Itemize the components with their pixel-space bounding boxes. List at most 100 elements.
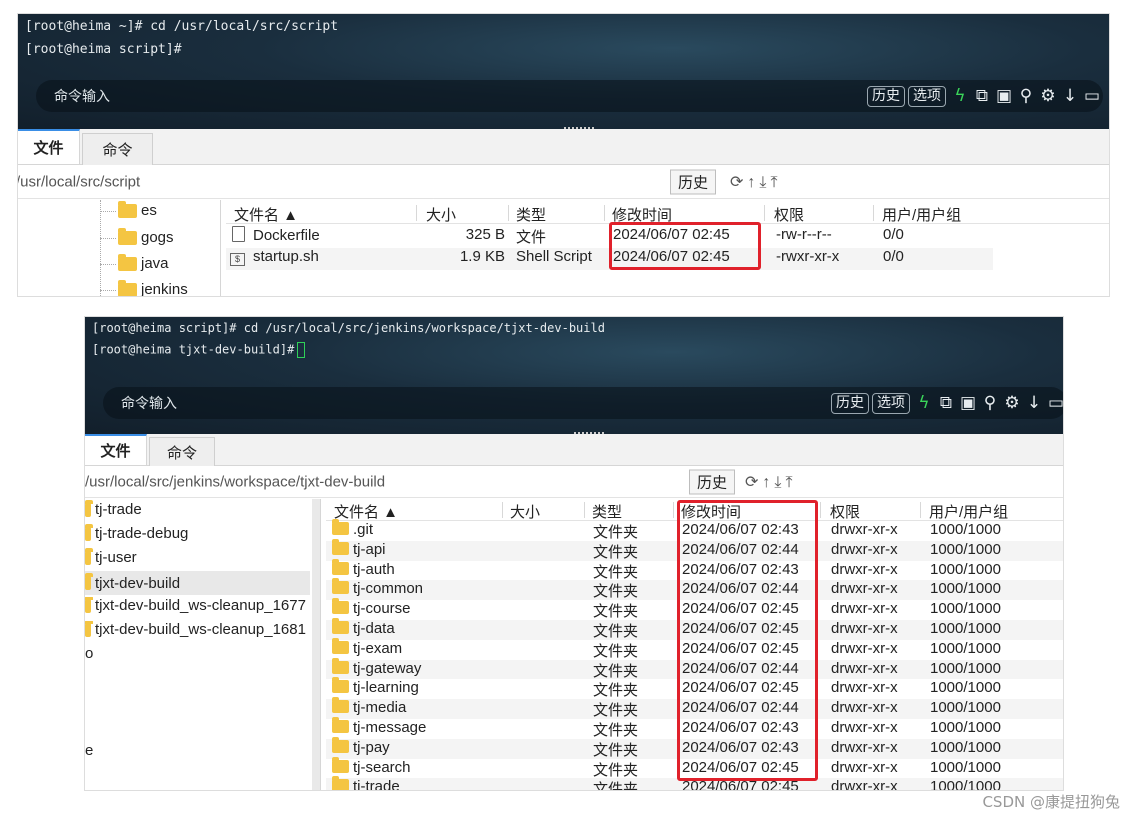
- file-owner: 1000/1000: [930, 540, 1001, 558]
- tree-item[interactable]: o: [85, 645, 93, 662]
- arrow-down-icon[interactable]: ↓: [1023, 393, 1045, 413]
- col-header-size[interactable]: 大小: [426, 204, 456, 225]
- window-icon[interactable]: ▭: [1081, 86, 1103, 106]
- file-type: 文件夹: [593, 543, 639, 561]
- file-name: tj-common: [353, 580, 424, 598]
- terminal-area[interactable]: [root@heima ~]# cd /usr/local/src/script…: [18, 14, 1109, 129]
- search-icon[interactable]: ⚲: [1015, 86, 1037, 106]
- file-perm: drwxr-xr-x: [831, 560, 898, 578]
- tree-item[interactable]: es: [118, 200, 157, 219]
- folder-tree[interactable]: es gogs java jenkins: [18, 200, 221, 296]
- table-row[interactable]: tj-data 文件夹 2024/06/07 02:45 drwxr-xr-x 1000…: [326, 618, 1063, 640]
- file-list[interactable]: 文件名 ▲ 大小 类型 修改时间 权限 用户/用户组 Dockerfile 32…: [226, 200, 1109, 296]
- col-header-type[interactable]: 类型: [592, 501, 622, 522]
- table-row[interactable]: tj-search 文件夹 2024/06/07 02:45 drwxr-xr-x 10…: [326, 756, 1063, 779]
- file-owner: 0/0: [883, 248, 904, 265]
- table-row[interactable]: .git 文件夹 2024/06/07 02:43 drwxr-xr-x 1000/10…: [326, 519, 1063, 541]
- options-button[interactable]: 选项: [908, 85, 946, 107]
- tree-item[interactable]: jenkins: [118, 279, 188, 296]
- terminal-line: [root@heima script]# cd /usr/local/src/j…: [92, 321, 605, 335]
- table-row[interactable]: tj-common 文件夹 2024/06/07 02:44 drwxr-xr-x 10…: [326, 578, 1063, 600]
- tab-files[interactable]: 文件: [85, 434, 147, 465]
- table-row[interactable]: Dockerfile 325 B 文件 2024/06/07 02:45 -rw…: [226, 226, 1109, 248]
- table-row[interactable]: tj-message 文件夹 2024/06/07 02:43 drwxr-xr-x 1…: [326, 717, 1063, 739]
- table-row[interactable]: tj-trade 文件夹 2024/06/07 02:45 drwxr-xr-x 100…: [326, 776, 1063, 790]
- history-button[interactable]: 历史: [867, 85, 905, 107]
- tree-item[interactable]: tj-user: [85, 547, 310, 566]
- tab-files[interactable]: 文件: [18, 129, 80, 164]
- col-header-perm[interactable]: 权限: [774, 204, 804, 225]
- folder-icon: [118, 227, 137, 245]
- gear-icon[interactable]: ⚙: [1037, 86, 1059, 106]
- col-header-perm[interactable]: 权限: [830, 501, 860, 522]
- col-header-name[interactable]: 文件名 ▲: [234, 204, 298, 225]
- file-list-header: 文件名 ▲ 大小 类型 修改时间 权限 用户/用户组: [226, 202, 1109, 224]
- file-name: tj-exam: [353, 639, 403, 657]
- gear-icon[interactable]: ⚙: [1001, 393, 1023, 413]
- copy-icon[interactable]: ⧉: [935, 393, 957, 413]
- table-row[interactable]: tj-media 文件夹 2024/06/07 02:44 drwxr-xr-x 100…: [326, 697, 1063, 720]
- table-row[interactable]: tj-auth 文件夹 2024/06/07 02:43 drwxr-xr-x 1000…: [326, 558, 1063, 581]
- col-header-owner[interactable]: 用户/用户组: [929, 501, 1008, 522]
- terminal-line: [root@heima ~]# cd /usr/local/src/script: [25, 19, 339, 34]
- file-type: 文件夹: [593, 702, 639, 720]
- file-mtime: 2024/06/07 02:44: [682, 580, 799, 598]
- terminal-area[interactable]: [root@heima script]# cd /usr/local/src/j…: [85, 317, 1063, 434]
- path-field[interactable]: /usr/local/src/script: [18, 173, 140, 190]
- tree-item[interactable]: tj-trade-debug: [85, 523, 310, 542]
- table-row[interactable]: tj-course 文件夹 2024/06/07 02:45 drwxr-xr-x 10…: [326, 598, 1063, 620]
- search-icon[interactable]: ⚲: [979, 393, 1001, 413]
- copy-icon[interactable]: ⧉: [971, 86, 993, 106]
- lightning-icon[interactable]: ϟ: [949, 86, 971, 106]
- file-list[interactable]: 文件名 ▲ 大小 类型 修改时间 权限 用户/用户组 .git 文件夹 2024/0…: [326, 499, 1063, 790]
- file-owner: 1000/1000: [930, 738, 1001, 756]
- folder-tree[interactable]: tj-trade tj-trade-debug tj-user tjxt-dev…: [85, 499, 321, 790]
- path-field[interactable]: /usr/local/src/jenkins/workspace/tjxt-de…: [85, 473, 385, 490]
- command-input-bar[interactable]: 命令输入 历史 选项 ϟ ⧉ ▣ ⚲ ⚙ ↓ ▭: [36, 80, 1103, 112]
- paste-icon[interactable]: ▣: [957, 393, 979, 413]
- table-row[interactable]: tj-learning 文件夹 2024/06/07 02:45 drwxr-xr-x…: [326, 677, 1063, 699]
- col-header-size[interactable]: 大小: [510, 501, 540, 522]
- paste-icon[interactable]: ▣: [993, 86, 1015, 106]
- tree-item[interactable]: tjxt-dev-build_ws-cleanup_1681: [85, 621, 310, 638]
- col-header-type[interactable]: 类型: [516, 204, 546, 225]
- history-button[interactable]: 历史: [831, 392, 869, 414]
- folder-icon: [332, 598, 349, 615]
- tab-commands[interactable]: 命令: [149, 437, 215, 466]
- col-header-name[interactable]: 文件名 ▲: [334, 501, 398, 522]
- col-header-owner[interactable]: 用户/用户组: [882, 204, 961, 225]
- table-row[interactable]: tj-api 文件夹 2024/06/07 02:44 drwxr-xr-x 1000/…: [326, 538, 1063, 561]
- tree-item-selected[interactable]: tjxt-dev-build: [85, 571, 310, 595]
- tree-item[interactable]: tj-trade: [85, 499, 310, 518]
- col-header-mtime[interactable]: 修改时间: [612, 204, 672, 225]
- file-type: 文件夹: [593, 781, 639, 790]
- folder-icon: [85, 597, 93, 613]
- tree-item[interactable]: java: [118, 253, 169, 272]
- file-mtime: 2024/06/07 02:45: [682, 620, 799, 637]
- window-icon[interactable]: ▭: [1045, 393, 1063, 413]
- tab-commands[interactable]: 命令: [82, 133, 153, 165]
- options-button[interactable]: 选项: [872, 392, 910, 414]
- table-row[interactable]: $ startup.sh 1.9 KB Shell Script 2024/06/…: [226, 248, 993, 270]
- file-perm: -rw-r--r--: [776, 226, 832, 243]
- lightning-icon[interactable]: ϟ: [913, 393, 935, 413]
- table-row[interactable]: tj-exam 文件夹 2024/06/07 02:45 drwxr-xr-x 1000…: [326, 637, 1063, 660]
- table-row[interactable]: tj-pay 文件夹 2024/06/07 02:43 drwxr-xr-x 1000/…: [326, 736, 1063, 759]
- path-toolbar-icons[interactable]: ⟳↑⤓⤒: [730, 172, 782, 192]
- path-history-button[interactable]: 历史: [670, 169, 717, 194]
- file-owner: 1000/1000: [930, 580, 1001, 598]
- arrow-down-icon[interactable]: ↓: [1059, 86, 1081, 106]
- path-toolbar-icons[interactable]: ⟳↑⤓⤒: [745, 472, 797, 492]
- tree-scrollbar[interactable]: [312, 499, 320, 790]
- file-name: tj-auth: [353, 560, 395, 578]
- folder-icon: [332, 776, 349, 790]
- tree-item[interactable]: tjxt-dev-build_ws-cleanup_1677: [85, 597, 310, 614]
- path-history-button[interactable]: 历史: [689, 469, 736, 494]
- tree-item[interactable]: gogs: [118, 227, 174, 246]
- table-row[interactable]: tj-gateway 文件夹 2024/06/07 02:44 drwxr-xr-x 1…: [326, 657, 1063, 680]
- col-header-mtime[interactable]: 修改时间: [681, 501, 741, 522]
- tree-item[interactable]: e: [85, 742, 93, 759]
- command-input-bar[interactable]: 命令输入 历史 选项 ϟ ⧉ ▣ ⚲ ⚙ ↓ ▭: [103, 387, 1063, 419]
- file-perm: drwxr-xr-x: [831, 719, 898, 736]
- folder-icon: [85, 523, 93, 541]
